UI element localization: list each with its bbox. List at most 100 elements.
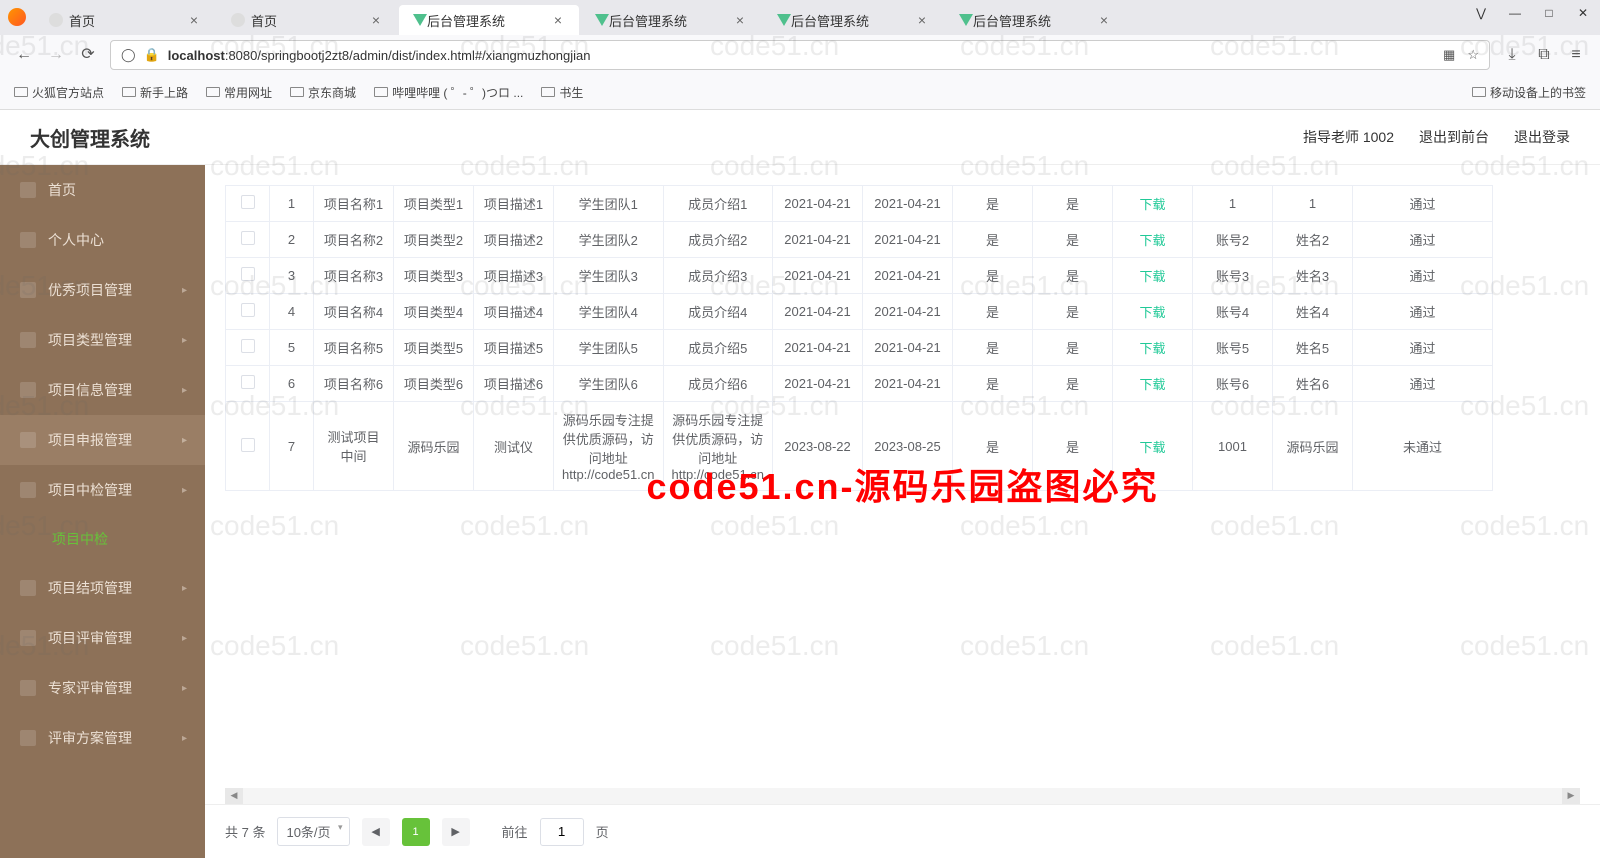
tab-close-icon[interactable]: ×: [551, 13, 565, 27]
sidebar-item[interactable]: 项目申报管理▸: [0, 415, 205, 465]
pager-page-1[interactable]: 1: [402, 818, 430, 846]
submenu-item-active[interactable]: 项目中检: [0, 515, 205, 563]
browser-tab[interactable]: 后台管理系统×: [763, 5, 943, 35]
vue-icon: [777, 14, 791, 26]
bookmark-item[interactable]: 哔哩哔哩 ( ゜- ゜)つロ ...: [374, 84, 523, 101]
download-link[interactable]: 下载: [1139, 233, 1165, 248]
qr-icon[interactable]: ▦: [1443, 47, 1455, 63]
download-link[interactable]: 下载: [1139, 269, 1165, 284]
menu-label: 项目信息管理: [48, 380, 132, 400]
cell-desc: 测试仪: [474, 402, 554, 491]
sidebar-item[interactable]: 评审方案管理▸: [0, 713, 205, 763]
bookmark-item[interactable]: 京东商城: [290, 84, 356, 101]
app-header-right: 指导老师 1002 退出到前台 退出登录: [1303, 127, 1570, 147]
cell-type: 项目类型5: [394, 330, 474, 366]
cell-members: 成员介绍3: [663, 258, 773, 294]
scrollbar-track[interactable]: [243, 788, 1562, 804]
window-more-icon[interactable]: ⋁: [1474, 6, 1488, 20]
table-scroll[interactable]: 1项目名称1项目类型1项目描述1学生团队1成员介绍12021-04-212021…: [205, 165, 1600, 788]
sidebar-item[interactable]: 项目信息管理▸: [0, 365, 205, 415]
row-checkbox[interactable]: [241, 438, 255, 452]
vue-icon: [959, 14, 973, 26]
browser-tab[interactable]: 首页×: [35, 5, 215, 35]
cell-name: 测试项目中间: [314, 402, 394, 491]
sidebar-item[interactable]: 项目中检管理▸: [0, 465, 205, 515]
pager-goto-input[interactable]: [540, 818, 584, 846]
tab-close-icon[interactable]: ×: [187, 13, 201, 27]
cell-flag2: 是: [1033, 258, 1113, 294]
scroll-left-icon[interactable]: ◀: [225, 788, 243, 804]
download-link[interactable]: 下载: [1139, 377, 1165, 392]
cell-flag2: 是: [1033, 402, 1113, 491]
horizontal-scrollbar[interactable]: ◀ ▶: [225, 788, 1580, 804]
row-checkbox[interactable]: [241, 303, 255, 317]
logout-front-button[interactable]: 退出到前台: [1419, 127, 1489, 147]
cell-status: 通过: [1353, 186, 1493, 222]
bookmark-item[interactable]: 新手上路: [122, 84, 188, 101]
extensions-icon[interactable]: ⧉: [1534, 45, 1554, 65]
cell-team: 学生团队5: [554, 330, 664, 366]
sidebar-item[interactable]: 项目评审管理▸: [0, 613, 205, 663]
cell-desc: 项目描述5: [474, 330, 554, 366]
menu-icon[interactable]: ≡: [1566, 45, 1586, 65]
bookmark-item[interactable]: 书生: [541, 84, 583, 101]
row-checkbox[interactable]: [241, 339, 255, 353]
url-box[interactable]: ◯ 🔒 localhost:8080/springbootj2zt8/admin…: [110, 40, 1490, 70]
row-checkbox[interactable]: [241, 267, 255, 281]
bookmark-item[interactable]: 火狐官方站点: [14, 84, 104, 101]
tab-title: 首页: [69, 11, 187, 30]
browser-tab[interactable]: 后台管理系统×: [399, 5, 579, 35]
sidebar-item[interactable]: 项目结项管理▸: [0, 563, 205, 613]
bookmark-mobile[interactable]: 移动设备上的书签: [1472, 84, 1586, 101]
download-link[interactable]: 下载: [1139, 440, 1165, 455]
cell-acct: 账号6: [1193, 366, 1273, 402]
current-user[interactable]: 指导老师 1002: [1303, 127, 1394, 147]
scroll-right-icon[interactable]: ▶: [1562, 788, 1580, 804]
tab-close-icon[interactable]: ×: [1097, 13, 1111, 27]
sidebar-item[interactable]: 优秀项目管理▸: [0, 265, 205, 315]
cell-index: 6: [270, 366, 314, 402]
nav-forward-icon[interactable]: →: [46, 45, 66, 65]
row-checkbox[interactable]: [241, 195, 255, 209]
tab-close-icon[interactable]: ×: [369, 13, 383, 27]
nav-back-icon[interactable]: ←: [14, 45, 34, 65]
window-close-icon[interactable]: ✕: [1576, 6, 1590, 20]
download-link[interactable]: 下载: [1139, 197, 1165, 212]
cell-date2: 2023-08-25: [863, 402, 953, 491]
tab-close-icon[interactable]: ×: [915, 13, 929, 27]
nav-reload-icon[interactable]: ⟳: [78, 45, 98, 65]
folder-icon: [1472, 87, 1486, 97]
sidebar-item[interactable]: 专家评审管理▸: [0, 663, 205, 713]
sidebar-item[interactable]: 个人中心: [0, 215, 205, 265]
page-size-select[interactable]: 10条/页: [277, 817, 349, 846]
cell-name: 项目名称1: [314, 186, 394, 222]
pager-prev[interactable]: ◀: [362, 818, 390, 846]
sidebar-item[interactable]: 首页: [0, 165, 205, 215]
tab-title: 后台管理系统: [973, 11, 1097, 30]
window-minimize-icon[interactable]: —: [1508, 6, 1522, 20]
browser-tab[interactable]: 后台管理系统×: [581, 5, 761, 35]
download-link[interactable]: 下载: [1139, 341, 1165, 356]
download-link[interactable]: 下载: [1139, 305, 1165, 320]
tab-close-icon[interactable]: ×: [733, 13, 747, 27]
cell-date2: 2021-04-21: [863, 366, 953, 402]
row-checkbox[interactable]: [241, 375, 255, 389]
cell-date1: 2021-04-21: [773, 366, 863, 402]
row-checkbox[interactable]: [241, 231, 255, 245]
logout-button[interactable]: 退出登录: [1514, 127, 1570, 147]
cell-flag1: 是: [953, 186, 1033, 222]
data-table: 1项目名称1项目类型1项目描述1学生团队1成员介绍12021-04-212021…: [225, 185, 1493, 491]
cell-type: 项目类型3: [394, 258, 474, 294]
pager-next[interactable]: ▶: [442, 818, 470, 846]
download-icon[interactable]: ⤓: [1502, 45, 1522, 65]
shield-icon: ◯: [121, 47, 136, 63]
url-right-icons: ▦ ☆: [1443, 47, 1479, 63]
sidebar-item[interactable]: 项目类型管理▸: [0, 315, 205, 365]
bookmark-item[interactable]: 常用网址: [206, 84, 272, 101]
window-maximize-icon[interactable]: □: [1542, 6, 1556, 20]
browser-tab[interactable]: 后台管理系统×: [945, 5, 1125, 35]
star-icon[interactable]: ☆: [1467, 47, 1479, 63]
browser-tab[interactable]: 首页×: [217, 5, 397, 35]
cell-name: 项目名称2: [314, 222, 394, 258]
pager-goto-suffix: 页: [596, 822, 609, 841]
